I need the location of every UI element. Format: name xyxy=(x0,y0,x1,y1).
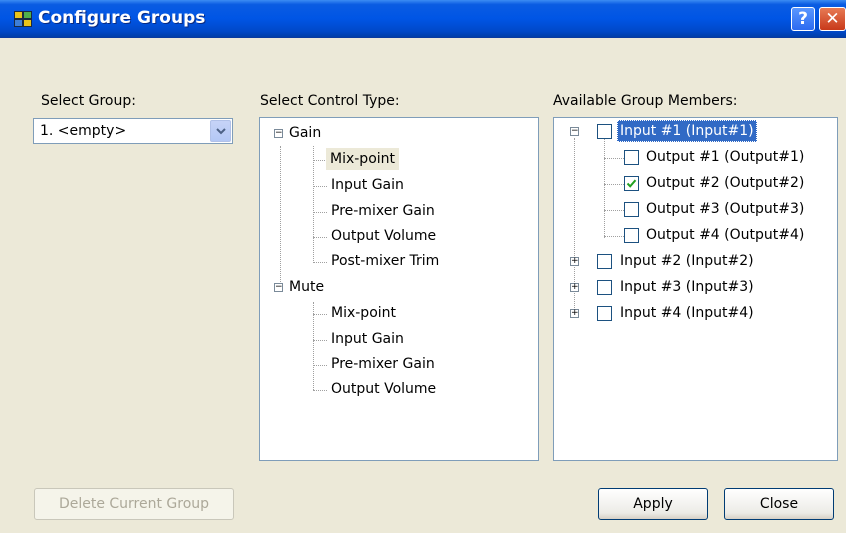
plus-icon[interactable]: + xyxy=(570,257,579,266)
tree-item-label: Output #2 (Output#2) xyxy=(646,175,805,191)
tree-item-label: Mix-point xyxy=(326,148,400,170)
window-close-button[interactable]: ✕ xyxy=(819,7,846,31)
input-1-checkbox[interactable] xyxy=(597,124,612,139)
select-group-label: Select Group: xyxy=(41,93,136,109)
tree-item-input-3[interactable]: + Input #3 (Input#3) xyxy=(570,276,830,300)
minus-icon[interactable]: − xyxy=(274,129,283,138)
tree-item-output-4[interactable]: Output #4 (Output#4) xyxy=(604,224,834,248)
tree-item-output-2[interactable]: Output #2 (Output#2) xyxy=(604,172,834,196)
tree-item-input-1[interactable]: − Input #1 (Input#1) xyxy=(570,120,830,144)
select-group-dropdown[interactable]: 1. <empty> xyxy=(33,118,233,144)
chevron-down-icon[interactable] xyxy=(210,120,231,142)
tree-item-label: Mute xyxy=(289,279,325,295)
tree-item-label: Input #1 (Input#1) xyxy=(617,120,757,142)
members-label: Available Group Members: xyxy=(553,93,738,109)
members-tree[interactable]: − Input #1 (Input#1) Output #1 (Output#1… xyxy=(553,117,838,461)
tree-item-output-1[interactable]: Output #1 (Output#1) xyxy=(604,146,834,170)
plus-icon[interactable]: + xyxy=(570,309,579,318)
control-type-tree[interactable]: − Gain Mix-point Input Gain Pre-mixer Ga… xyxy=(259,117,539,461)
output-2-checkbox[interactable] xyxy=(624,176,639,191)
tree-item-label: Input #3 (Input#3) xyxy=(620,279,754,295)
tree-item-label: Pre-mixer Gain xyxy=(331,356,435,372)
tree-item-label: Mix-point xyxy=(331,305,397,321)
output-4-checkbox[interactable] xyxy=(624,228,639,243)
tree-item-output-3[interactable]: Output #3 (Output#3) xyxy=(604,198,834,222)
control-type-label: Select Control Type: xyxy=(260,93,400,109)
tree-item-label: Input Gain xyxy=(331,177,404,193)
tree-item-label: Post-mixer Trim xyxy=(331,253,440,269)
tree-item-input-2[interactable]: + Input #2 (Input#2) xyxy=(570,250,830,274)
checkmark-icon xyxy=(626,179,637,188)
input-3-checkbox[interactable] xyxy=(597,280,612,295)
output-1-checkbox[interactable] xyxy=(624,150,639,165)
tree-item-input-4[interactable]: + Input #4 (Input#4) xyxy=(570,302,830,326)
minus-icon[interactable]: − xyxy=(570,127,579,136)
tree-item-label: Input #2 (Input#2) xyxy=(620,253,754,269)
output-3-checkbox[interactable] xyxy=(624,202,639,217)
delete-group-button[interactable]: Delete Current Group xyxy=(34,488,234,520)
input-4-checkbox[interactable] xyxy=(597,306,612,321)
tree-item-label: Output #1 (Output#1) xyxy=(646,149,805,165)
tree-item-label: Input Gain xyxy=(331,331,404,347)
tree-item-label: Output Volume xyxy=(331,228,437,244)
groups-icon xyxy=(14,11,32,27)
title-bar[interactable]: Configure Groups ? ✕ xyxy=(0,0,846,38)
close-button[interactable]: Close xyxy=(724,488,834,520)
tree-item-label: Input #4 (Input#4) xyxy=(620,305,754,321)
tree-item-label: Output Volume xyxy=(331,381,437,397)
plus-icon[interactable]: + xyxy=(570,283,579,292)
tree-item-label: Gain xyxy=(289,125,322,141)
minus-icon[interactable]: − xyxy=(274,283,283,292)
apply-button[interactable]: Apply xyxy=(598,488,708,520)
tree-item-label: Pre-mixer Gain xyxy=(331,203,435,219)
select-group-value: 1. <empty> xyxy=(40,123,127,139)
tree-item-label: Output #4 (Output#4) xyxy=(646,227,805,243)
input-2-checkbox[interactable] xyxy=(597,254,612,269)
help-button[interactable]: ? xyxy=(791,7,815,31)
window-title: Configure Groups xyxy=(38,8,206,28)
tree-item-label: Output #3 (Output#3) xyxy=(646,201,805,217)
